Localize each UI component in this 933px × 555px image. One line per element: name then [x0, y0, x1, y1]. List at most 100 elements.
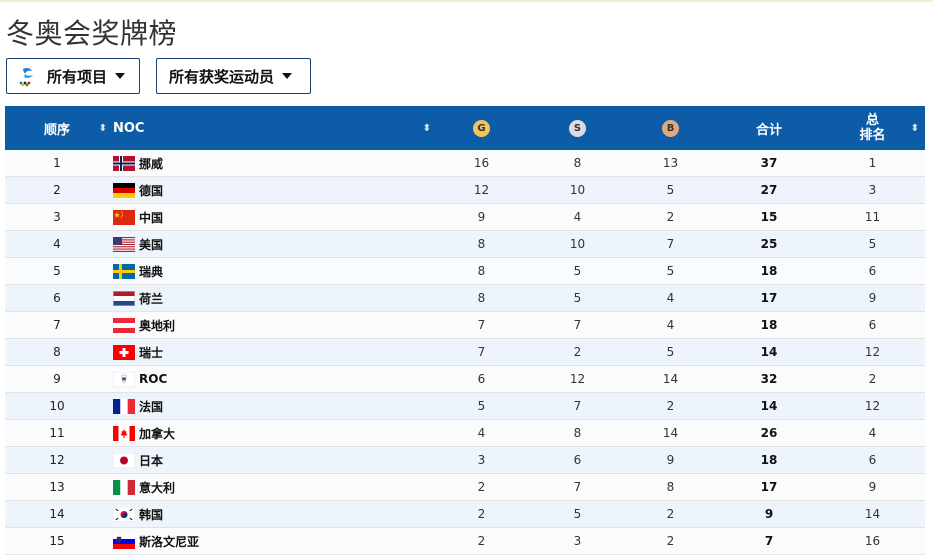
column-silver[interactable]: S	[532, 106, 623, 150]
total-count: 18	[760, 453, 778, 467]
column-bronze[interactable]: B	[623, 106, 718, 150]
table-row[interactable]: 10 法国 5 7 2 14 12	[5, 393, 925, 420]
sweden-flag-icon	[113, 263, 135, 279]
table-row[interactable]: 2 德国 12 10 5 27 3	[5, 177, 925, 204]
order-cell: 15	[49, 534, 65, 548]
table-row[interactable]: 12 日本 3 6 9 18 6	[5, 447, 925, 474]
column-gold[interactable]: G	[431, 106, 532, 150]
athletes-dropdown[interactable]: 所有获奖运动员	[156, 58, 311, 94]
table-row[interactable]: 8 瑞士 7 2 5 14 12	[5, 339, 925, 366]
noc-cell[interactable]: 日本	[109, 447, 431, 474]
table-row[interactable]: 5 瑞典 8 5 5 18 6	[5, 258, 925, 285]
noc-cell[interactable]: 奥地利	[109, 312, 431, 339]
switzerland-flag-icon	[113, 344, 135, 360]
table-row[interactable]: 7 奥地利 7 7 4 18 6	[5, 312, 925, 339]
chevron-down-icon	[115, 73, 126, 79]
table-row[interactable]: 11 加拿大 4 8 14 26 4	[5, 420, 925, 447]
bronze-count: 4	[666, 318, 675, 332]
noc-cell[interactable]: 中国	[109, 204, 431, 231]
column-rank[interactable]: 总 排名 ⬍	[820, 106, 925, 150]
table-row[interactable]: 9 ROC 6 12 14 32 2	[5, 366, 925, 393]
silver-count: 6	[573, 453, 582, 467]
column-order[interactable]: 顺序 ⬍	[5, 106, 109, 150]
column-noc[interactable]: NOC ⬍	[109, 106, 431, 150]
table-row[interactable]: 6 荷兰 8 5 4 17 9	[5, 285, 925, 312]
gold-count: 12	[473, 183, 490, 197]
country-name: 日本	[139, 453, 164, 468]
medal-table: 顺序 ⬍ NOC ⬍ G S B 合计 总 排名 ⬍ 1 挪威 16 8 13 …	[5, 106, 925, 555]
austria-flag-icon	[113, 317, 135, 333]
noc-cell[interactable]: 法国	[109, 393, 431, 420]
table-row[interactable]: 13 意大利 2 7 8 17 9	[5, 474, 925, 501]
bronze-count: 2	[666, 399, 675, 413]
noc-cell[interactable]: 韩国	[109, 501, 431, 528]
column-noc-label: NOC	[113, 120, 145, 136]
bronze-count: 14	[662, 426, 679, 440]
country-name: 瑞典	[139, 264, 164, 279]
gold-count: 6	[477, 372, 486, 386]
silver-count: 7	[573, 399, 582, 413]
total-count: 15	[760, 210, 778, 224]
overall-rank: 14	[864, 507, 881, 521]
gold-count: 7	[477, 345, 486, 359]
noc-cell[interactable]: 斯洛文尼亚	[109, 528, 431, 555]
table-row[interactable]: 4 美国 8 10 7 25 5	[5, 231, 925, 258]
noc-cell[interactable]: 加拿大	[109, 420, 431, 447]
table-row[interactable]: 15 斯洛文尼亚 2 3 2 7 16	[5, 528, 925, 555]
bronze-count: 13	[662, 156, 679, 170]
table-row[interactable]: 1 挪威 16 8 13 37 1	[5, 150, 925, 177]
bronze-count: 9	[666, 453, 675, 467]
noc-cell[interactable]: 荷兰	[109, 285, 431, 312]
column-rank-label-line1: 总	[865, 113, 879, 128]
noc-cell[interactable]: 瑞士	[109, 339, 431, 366]
total-count: 25	[760, 237, 778, 251]
events-dropdown-label: 所有项目	[47, 67, 108, 86]
noc-cell[interactable]: ROC	[109, 366, 431, 393]
noc-cell[interactable]: 意大利	[109, 474, 431, 501]
overall-rank: 12	[864, 399, 881, 413]
country-name: 斯洛文尼亚	[139, 534, 200, 549]
overall-rank: 6	[868, 453, 877, 467]
events-dropdown[interactable]: 所有项目	[6, 58, 140, 94]
silver-medal-icon: S	[569, 119, 586, 137]
sort-icon: ⬍	[422, 122, 431, 134]
overall-rank: 9	[868, 480, 877, 494]
country-name: ROC	[139, 372, 168, 386]
silver-count: 12	[569, 372, 586, 386]
order-cell: 11	[49, 426, 65, 440]
noc-cell[interactable]: 德国	[109, 177, 431, 204]
gold-count: 8	[477, 291, 486, 305]
silver-count: 2	[573, 345, 582, 359]
country-name: 荷兰	[139, 291, 164, 306]
order-cell: 3	[53, 210, 61, 224]
overall-rank: 6	[868, 318, 877, 332]
order-cell: 8	[53, 345, 61, 359]
noc-cell[interactable]: 美国	[109, 231, 431, 258]
silver-count: 7	[573, 318, 582, 332]
france-flag-icon	[113, 398, 135, 414]
korea-flag-icon	[112, 506, 136, 522]
athletes-dropdown-label: 所有获奖运动员	[169, 67, 275, 86]
gold-medal-icon: G	[473, 119, 490, 137]
total-count: 9	[764, 507, 774, 521]
column-rank-label: 总 排名	[859, 113, 885, 143]
total-count: 18	[760, 264, 778, 278]
overall-rank: 2	[868, 372, 877, 386]
gold-count: 9	[477, 210, 486, 224]
bronze-count: 5	[666, 345, 675, 359]
overall-rank: 12	[864, 345, 881, 359]
bronze-count: 14	[662, 372, 679, 386]
table-header: 顺序 ⬍ NOC ⬍ G S B 合计 总 排名 ⬍	[5, 106, 925, 150]
noc-cell[interactable]: 瑞典	[109, 258, 431, 285]
table-row[interactable]: 3 中国 9 4 2 15 11	[5, 204, 925, 231]
silver-count: 10	[569, 237, 586, 251]
china-flag-icon	[113, 209, 135, 225]
noc-cell[interactable]: 挪威	[109, 150, 431, 177]
country-name: 法国	[139, 399, 164, 414]
order-cell: 7	[53, 318, 61, 332]
order-cell: 5	[53, 264, 61, 278]
gold-count: 4	[477, 426, 486, 440]
table-row[interactable]: 14 韩国 2 5 2 9 14	[5, 501, 925, 528]
silver-count: 7	[573, 480, 582, 494]
column-total[interactable]: 合计	[718, 106, 820, 150]
